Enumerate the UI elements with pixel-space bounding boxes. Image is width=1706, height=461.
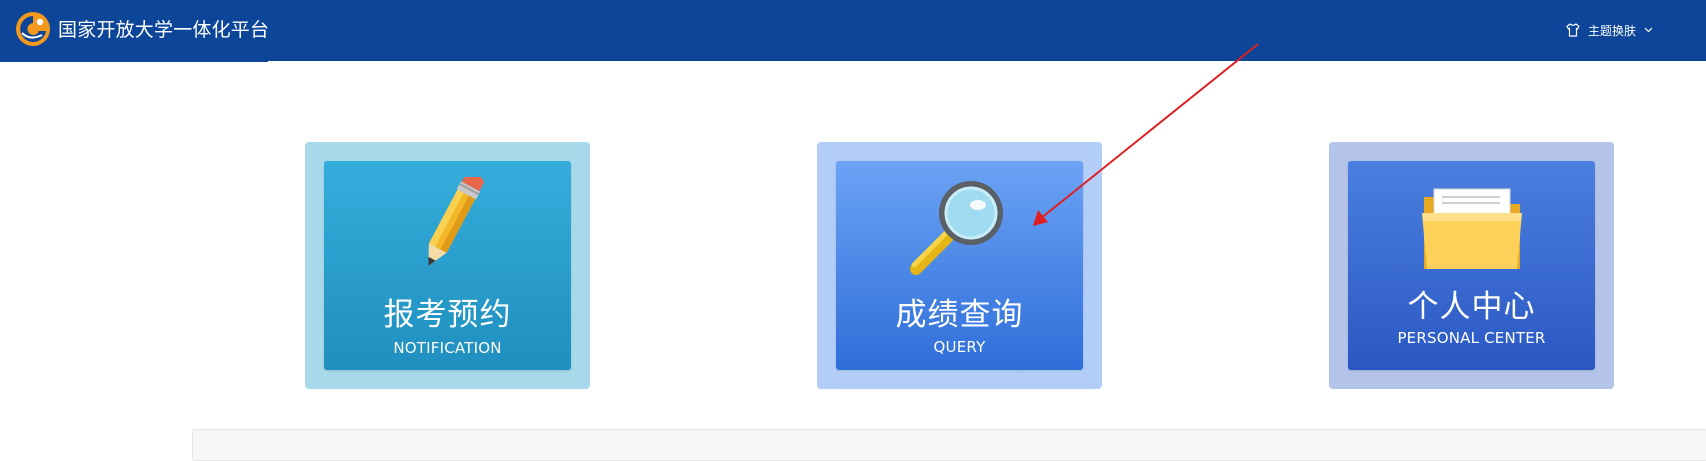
card-notification-inner[interactable]: 报考预约 NOTIFICATION <box>324 161 571 370</box>
card-personal-center-inner[interactable]: 个人中心 PERSONAL CENTER <box>1348 161 1595 370</box>
platform-title: 国家开放大学一体化平台 <box>58 19 270 41</box>
magnifier-icon <box>910 181 1003 275</box>
bottom-panel <box>192 429 1706 461</box>
card-personal-center-title: 个人中心 <box>1407 289 1536 325</box>
card-notification-title: 报考预约 <box>383 297 512 333</box>
theme-switch-label: 主题换肤 <box>1588 23 1637 38</box>
chevron-down-icon <box>1644 27 1653 33</box>
top-navigation-bar: 国家开放大学一体化平台 主题换肤 <box>0 0 1706 61</box>
card-personal-center-subtitle: PERSONAL CENTER <box>1397 329 1546 347</box>
card-query[interactable]: 成绩查询 QUERY <box>817 142 1102 389</box>
card-personal-center[interactable]: 个人中心 PERSONAL CENTER <box>1329 142 1614 389</box>
brand[interactable]: 国家开放大学一体化平台 <box>0 0 270 61</box>
shirt-icon <box>1566 23 1580 37</box>
card-query-subtitle: QUERY <box>933 338 986 356</box>
card-notification-subtitle: NOTIFICATION <box>393 339 502 357</box>
brand-underline <box>0 60 268 62</box>
card-query-inner[interactable]: 成绩查询 QUERY <box>836 161 1083 370</box>
pencil-icon <box>428 177 485 266</box>
folder-icon <box>1422 188 1522 269</box>
card-notification[interactable]: 报考预约 NOTIFICATION <box>305 142 590 389</box>
theme-switch-button[interactable]: 主题换肤 <box>1566 20 1653 40</box>
logo-icon <box>16 12 50 46</box>
card-query-title: 成绩查询 <box>895 297 1024 333</box>
